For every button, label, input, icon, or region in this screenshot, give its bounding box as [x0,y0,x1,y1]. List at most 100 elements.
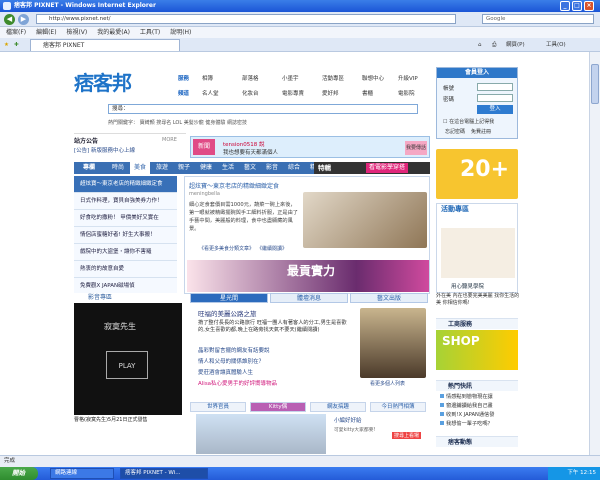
right-text[interactable]: 外在美 內在也要完美美麗 找你生活的美 你相信你嗎! [436,293,520,307]
nav-channel-item[interactable]: 書櫃 [362,90,373,99]
menu-tools[interactable]: 工具(T) [140,27,160,38]
feature-title[interactable]: 超炫寶～東京老店的精緻細緻定食 [189,181,279,190]
news-item[interactable]: 窗邊鋪讀給我自己畫 [440,402,493,410]
bottom-tab[interactable]: 世界官員 [190,402,246,412]
forgot-link[interactable]: 忘記密碼 [445,128,465,135]
taskbar-item[interactable]: 痞客邦 PIXNET - Wi... [120,468,208,479]
bottom-tab[interactable]: Kitty偶 [250,402,306,412]
nav-services-item[interactable]: 部落格 [242,75,259,84]
category-tab[interactable]: 親子 [174,162,194,174]
nav-channel-item[interactable]: 愛好邦 [322,90,339,99]
bottom-link[interactable]: 搜尋上看場 [392,432,422,439]
nav-services-item[interactable]: 聯想中心 [362,75,384,84]
print-icon[interactable]: ⎙ [492,40,496,50]
category-tab[interactable]: 生活 [218,162,238,174]
kitty-image[interactable] [196,414,326,454]
news-item[interactable]: 情感點到戀物現在讓 [440,393,493,401]
mid-link[interactable]: 愛莊酒會讓真體驗人生 [198,368,253,376]
category-tab[interactable]: 藝文 [240,162,260,174]
category-tab[interactable]: 綜合 [284,162,304,174]
promo-badge[interactable]: 20+ [436,149,518,199]
news-item[interactable]: 我想偷一輩子吃嗎？ [440,420,493,428]
mid-tab[interactable]: 星光間 [190,293,268,303]
mid-tab[interactable]: 藝文出版 [350,293,428,303]
activity-caption[interactable]: 用心聽見學院 [451,282,484,290]
category-tab[interactable]: 時尚 [108,162,128,174]
announcement-item[interactable]: [公告] 新版服務中心上線 [74,146,135,154]
page-menu[interactable]: 網頁(P) [506,40,525,50]
add-favorite-icon[interactable]: ✚ [14,40,19,50]
list-item[interactable]: 超炫寶～東京老店的精緻細緻定食 [74,176,177,193]
category-tab[interactable]: 專欄 [76,162,102,174]
nav-services-item[interactable]: 相簿 [202,75,213,84]
menu-view[interactable]: 檢視(V) [66,27,87,38]
close-button[interactable]: × [584,1,594,11]
feature-banner[interactable]: 最貢實力 [187,260,429,292]
menu-file[interactable]: 檔案(F) [6,27,26,38]
nav-channel-item[interactable]: 電影專賣 [282,90,304,99]
activity-image[interactable] [441,228,515,278]
banner-talk-button[interactable]: 我要傳話 [405,141,427,155]
mid-photo[interactable] [360,308,426,378]
nav-services-item[interactable]: 升級VIP [398,75,418,84]
bottom-tab[interactable]: 今日熱門相簿 [370,402,426,412]
favorites-star-icon[interactable]: ★ [4,40,9,50]
nav-services-item[interactable]: 小墨宇 [282,75,299,84]
feature-author[interactable]: meningbella [189,191,220,197]
category-tab[interactable]: 影音 [262,162,282,174]
back-icon[interactable]: ◀ [4,14,15,25]
hot-keyword[interactable]: LOL [173,120,182,126]
bottom-link[interactable]: 可愛kitty大家都要! [334,426,375,433]
list-item[interactable]: 情侶店蜜糖好者! 好生大事搬！ [74,227,177,244]
tab-pixnet[interactable]: 痞客邦 PIXNET [30,39,180,51]
special-title[interactable]: 看電影學穿搭 [366,163,409,173]
banner-user[interactable]: tension0518 說 [223,140,265,148]
bottom-link[interactable]: 小編好好給 [334,416,362,424]
category-tab[interactable]: 旅遊 [152,162,172,174]
photo-link[interactable]: 看更多個人列表 [370,380,405,387]
register-link[interactable]: 免費註冊 [471,128,491,135]
mid-link[interactable]: 晶彩對留言擺的網友有話要說 [198,346,270,354]
url-input[interactable]: http://www.pixnet.net/ [36,14,456,24]
menu-help[interactable]: 說明(H) [170,27,191,38]
site-logo[interactable]: 痞客邦 [74,67,132,96]
feature-image[interactable] [303,192,427,248]
mid-tab[interactable]: 體壇消息 [270,293,348,303]
forward-icon[interactable]: ▶ [18,14,29,25]
hot-keyword[interactable]: 寶綺顏 [140,120,155,126]
hot-keyword[interactable]: 網誌密技 [227,120,247,126]
list-item[interactable]: 戲院中的大盜堡・讓你不害羅 [74,244,177,261]
nav-services-item[interactable]: 活動專區 [322,75,344,84]
bottom-tab[interactable]: 網友搞趣 [310,402,366,412]
feature-read-link[interactable]: 《繼續閱讀》 [257,245,287,252]
home-icon[interactable]: ⌂ [478,40,482,50]
password-input[interactable] [477,94,513,102]
nav-channel-item[interactable]: 電影院 [398,90,415,99]
list-item[interactable]: 好食吃的撒粉！ 甲價美好又實在 [74,210,177,227]
feature-more-link[interactable]: 《看更多美食分類文章》 [199,245,254,252]
category-tab[interactable]: 健康 [196,162,216,174]
mid-title[interactable]: 旺福的美麗公路之旅 [198,308,257,318]
remember-checkbox[interactable]: ☐ 在這台電腦上記得我 [443,118,494,125]
video-caption[interactable]: 曹格(寂寞先生)5月21日正式發售 [74,415,182,425]
menu-favorites[interactable]: 我的最愛(A) [97,27,130,38]
maximize-button[interactable]: □ [572,1,582,11]
play-button[interactable]: PLAY [106,351,148,379]
start-button[interactable]: 開始 [0,467,38,480]
login-button[interactable]: 登入 [477,105,513,114]
tools-menu[interactable]: 工具(O) [546,40,566,50]
mid-link[interactable]: 情人和父母的關係誰別在？ [198,357,264,365]
menu-edit[interactable]: 編輯(E) [36,27,56,38]
account-input[interactable] [477,83,513,91]
news-item[interactable]: 收到!X JAPAN通信發 [440,411,494,419]
list-item[interactable]: 熱衷的的故意自愛 [74,261,177,278]
hot-keyword[interactable]: 搜尋名 [156,120,171,126]
nav-channel-item[interactable]: 化妝台 [242,90,259,99]
hot-keyword[interactable]: 健身體驗 [205,120,225,126]
browser-search-input[interactable]: Google [482,14,594,24]
site-search-input[interactable]: 搜尋： [108,104,418,114]
announcement-more[interactable]: MORE [162,137,177,143]
shop-banner[interactable]: SHOP [436,330,518,370]
list-item[interactable]: 日式作料理，寶貝自強美券力作！ [74,193,177,210]
nav-channel-item[interactable]: 名人堂 [202,90,219,99]
